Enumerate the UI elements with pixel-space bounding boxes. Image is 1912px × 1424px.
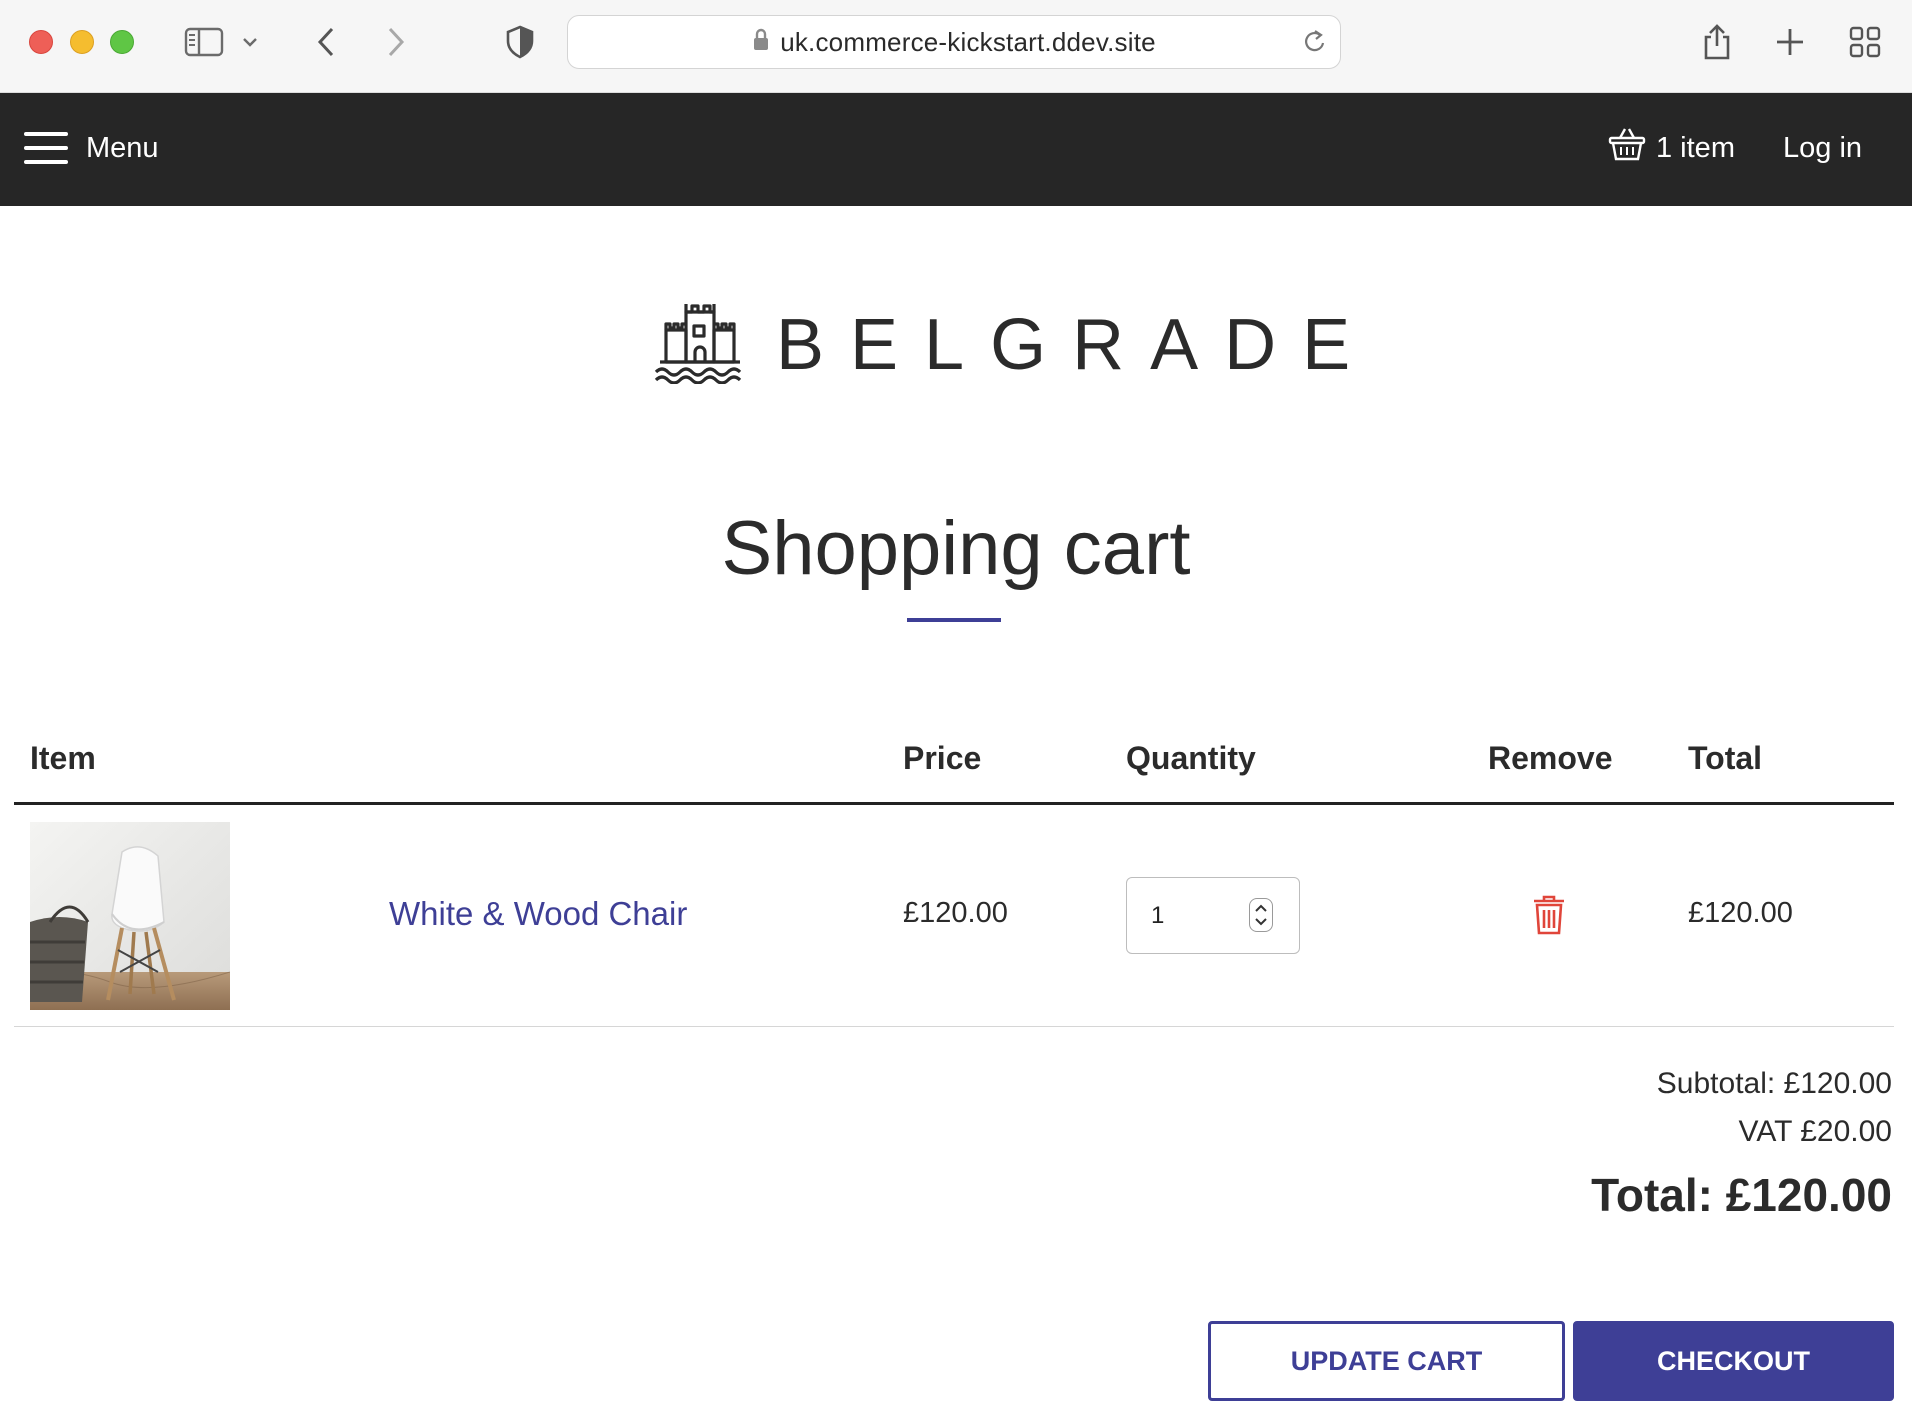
back-arrow-icon[interactable] bbox=[306, 20, 346, 64]
title-underline bbox=[907, 618, 1001, 622]
column-header-quantity: Quantity bbox=[1126, 740, 1256, 776]
hamburger-icon bbox=[24, 130, 68, 166]
menu-label: Menu bbox=[86, 131, 159, 164]
castle-logo-icon bbox=[652, 300, 748, 389]
checkout-button[interactable]: CHECKOUT bbox=[1573, 1321, 1894, 1401]
subtotal-line: Subtotal: £120.00 bbox=[1656, 1067, 1892, 1100]
vat-line: VAT £20.00 bbox=[1738, 1115, 1892, 1148]
close-window-button[interactable] bbox=[29, 30, 53, 54]
product-thumbnail[interactable] bbox=[30, 822, 230, 1010]
item-price: £120.00 bbox=[903, 897, 1008, 929]
table-header-divider bbox=[14, 802, 1894, 805]
product-name-link[interactable]: White & Wood Chair bbox=[389, 895, 687, 933]
browser-toolbar: uk.commerce-kickstart.ddev.site bbox=[0, 0, 1912, 93]
site-logo[interactable]: BELGRADE bbox=[652, 300, 1376, 389]
trash-icon bbox=[1532, 895, 1566, 939]
remove-item-button[interactable] bbox=[1532, 895, 1566, 940]
update-cart-button[interactable]: UPDATE CART bbox=[1208, 1321, 1565, 1401]
minimize-window-button[interactable] bbox=[70, 30, 94, 54]
address-bar[interactable]: uk.commerce-kickstart.ddev.site bbox=[567, 15, 1341, 69]
item-total: £120.00 bbox=[1688, 897, 1793, 929]
privacy-shield-icon[interactable] bbox=[500, 20, 540, 64]
cart-count-label: 1 item bbox=[1656, 131, 1735, 164]
column-header-item: Item bbox=[30, 740, 96, 776]
tab-overview-icon[interactable] bbox=[1845, 20, 1885, 64]
cart-link[interactable]: 1 item bbox=[1608, 123, 1735, 173]
order-summary: Subtotal: £120.00 VAT £20.00 Total: £120… bbox=[1591, 1060, 1892, 1230]
column-header-total: Total bbox=[1688, 740, 1763, 776]
share-icon[interactable] bbox=[1697, 20, 1737, 64]
quantity-value: 1 bbox=[1151, 902, 1165, 929]
menu-button[interactable]: Menu bbox=[24, 123, 159, 173]
lock-icon bbox=[752, 28, 770, 57]
column-header-remove: Remove bbox=[1488, 740, 1613, 776]
site-navbar: Menu 1 item Log in bbox=[0, 93, 1912, 206]
zoom-window-button[interactable] bbox=[110, 30, 134, 54]
page-title: Shopping cart bbox=[721, 506, 1191, 591]
column-header-price: Price bbox=[903, 740, 982, 776]
login-link[interactable]: Log in bbox=[1783, 123, 1862, 173]
reload-icon[interactable] bbox=[1302, 28, 1328, 61]
new-tab-icon[interactable] bbox=[1770, 20, 1810, 64]
quantity-input[interactable]: 1 bbox=[1126, 877, 1300, 954]
chevron-down-icon[interactable] bbox=[238, 20, 262, 64]
quantity-stepper[interactable] bbox=[1249, 898, 1273, 932]
basket-icon bbox=[1608, 126, 1656, 170]
grand-total-line: Total: £120.00 bbox=[1591, 1169, 1892, 1221]
row-divider bbox=[14, 1026, 1894, 1027]
forward-arrow-icon[interactable] bbox=[376, 20, 416, 64]
sidebar-toggle-icon[interactable] bbox=[184, 20, 224, 64]
logo-text: BELGRADE bbox=[776, 304, 1377, 385]
url-text: uk.commerce-kickstart.ddev.site bbox=[780, 26, 1156, 57]
